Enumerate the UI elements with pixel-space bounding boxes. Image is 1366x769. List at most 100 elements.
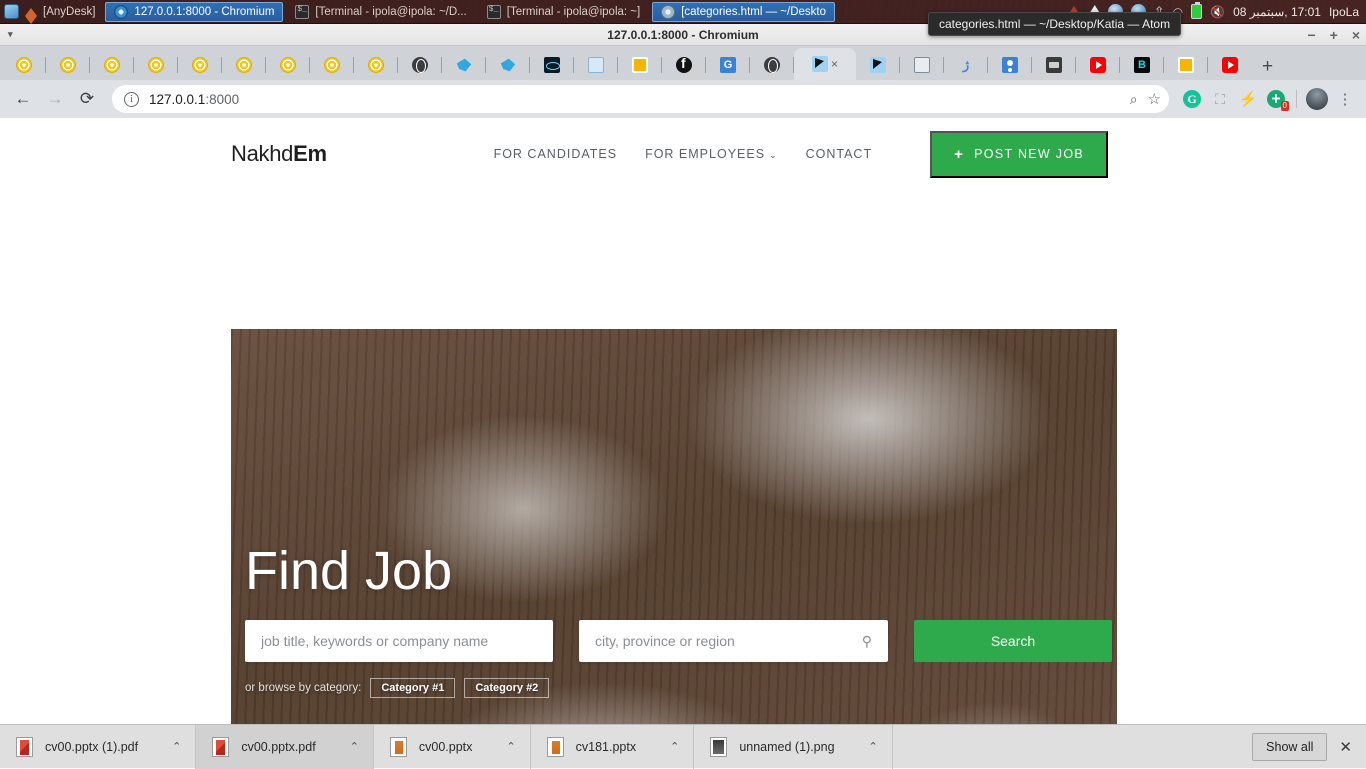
search-button[interactable]: Search — [914, 620, 1112, 662]
tab-3[interactable] — [90, 50, 134, 80]
dark-icon — [1046, 57, 1062, 73]
category-tag-1[interactable]: Category #1 — [370, 678, 456, 698]
window-menu-icon[interactable]: ▾ — [8, 29, 13, 40]
tab-11[interactable] — [442, 50, 486, 80]
bookmark-star-icon[interactable]: ☆ — [1148, 90, 1161, 108]
tab-active-current[interactable]: × — [794, 48, 856, 80]
location-field-wrapper[interactable]: ⚲ — [579, 620, 888, 662]
wordpress-icon — [60, 57, 76, 73]
reload-button[interactable]: ⟳ — [72, 84, 102, 114]
tab-16[interactable] — [662, 50, 706, 80]
grammarly-extension-button[interactable]: G — [1179, 86, 1205, 112]
tab-15[interactable] — [618, 50, 662, 80]
map-pin-icon[interactable]: ⚲ — [862, 633, 872, 650]
download-item-2[interactable]: cv00.pptx.pdf ⌃ — [196, 724, 374, 769]
taskbar-task-chromium[interactable]: 127.0.0.1:8000 - Chromium — [105, 1, 284, 22]
diamond-icon[interactable] — [25, 2, 37, 24]
tab-20[interactable] — [856, 50, 900, 80]
location-search-input[interactable] — [595, 633, 862, 649]
tab-7[interactable] — [266, 50, 310, 80]
back-button[interactable]: ← — [8, 84, 38, 114]
taskbar-task-terminal-2[interactable]: [Terminal - ipola@ipola: ~] — [479, 2, 648, 22]
chevron-up-icon[interactable]: ⌃ — [172, 740, 181, 753]
user-name[interactable]: IpoLa — [1329, 5, 1359, 19]
category-tag-2[interactable]: Category #2 — [464, 678, 550, 698]
pdf-icon — [212, 736, 230, 757]
chevron-up-icon[interactable]: ⌃ — [350, 740, 359, 753]
site-info-icon[interactable]: i — [124, 91, 139, 107]
close-download-bar-button[interactable]: ✕ — [1339, 738, 1366, 756]
chevron-up-icon[interactable]: ⌃ — [869, 740, 878, 753]
tab-10[interactable] — [398, 50, 442, 80]
search-icon[interactable]: ⌕ — [1130, 91, 1138, 108]
address-bar[interactable]: i 127.0.0.1:8000 ⌕ ☆ — [112, 85, 1169, 113]
download-item-5[interactable]: unnamed (1).png ⌃ — [694, 724, 893, 769]
volume-muted-icon[interactable]: 🔇 — [1210, 5, 1225, 19]
nav-contact[interactable]: CONTACT — [806, 147, 873, 161]
tab-5[interactable] — [178, 50, 222, 80]
site-logo[interactable]: NakhdEm — [231, 141, 327, 167]
keyword-field-wrapper[interactable] — [245, 620, 553, 662]
globe-dark-icon — [764, 57, 780, 73]
tab-13[interactable] — [530, 50, 574, 80]
nav-for-employees[interactable]: FOR EMPLOYEES ⌄ — [645, 147, 778, 161]
fullscreen-extension-button[interactable]: ⛶ — [1207, 86, 1233, 112]
new-tab-button[interactable]: + — [1252, 57, 1283, 80]
tab-25[interactable] — [1076, 50, 1120, 80]
tab-6[interactable] — [222, 50, 266, 80]
taskbar-task-terminal-1[interactable]: [Terminal - ipola@ipola: ~/D... — [287, 2, 474, 22]
chevron-up-icon[interactable]: ⌃ — [670, 740, 679, 753]
tab-22[interactable]: ﮊ — [944, 50, 988, 80]
files-icon[interactable] — [4, 4, 19, 19]
lightning-extension-button[interactable]: ⚡ — [1235, 86, 1261, 112]
kebab-menu-icon: ⋮ — [1337, 90, 1353, 108]
close-window-button[interactable]: × — [1352, 28, 1360, 42]
tab-2[interactable] — [46, 50, 90, 80]
battery-icon[interactable] — [1191, 2, 1203, 19]
adblock-extension-button[interactable]: 0 — [1263, 86, 1289, 112]
react-icon — [544, 57, 560, 73]
tab-12[interactable] — [486, 50, 530, 80]
nav-for-candidates[interactable]: FOR CANDIDATES — [494, 147, 618, 161]
close-tab-button[interactable]: × — [831, 58, 838, 70]
tab-24[interactable] — [1032, 50, 1076, 80]
tab-1[interactable] — [2, 50, 46, 80]
tab-23[interactable] — [988, 50, 1032, 80]
forward-button[interactable]: → — [40, 84, 70, 114]
tab-strip: G × ﮊ B + — [0, 46, 1366, 80]
url-text[interactable]: 127.0.0.1:8000 — [149, 92, 1120, 107]
tab-18[interactable] — [750, 50, 794, 80]
download-item-3[interactable]: cv00.pptx ⌃ — [374, 724, 531, 769]
tab-4[interactable] — [134, 50, 178, 80]
post-new-job-button[interactable]: + POST NEW JOB — [930, 130, 1108, 178]
profile-button[interactable] — [1304, 86, 1330, 112]
download-item-4[interactable]: cv181.pptx ⌃ — [531, 724, 695, 769]
taskbar-task-label: [categories.html — ~/Deskto — [681, 5, 826, 18]
taskbar-launcher[interactable]: [AnyDesk] — [0, 2, 95, 24]
png-icon — [710, 736, 728, 757]
maximize-button[interactable]: + — [1330, 28, 1338, 42]
keyword-search-input[interactable] — [261, 633, 537, 649]
browser-toolbar: ← → ⟳ i 127.0.0.1:8000 ⌕ ☆ G ⛶ ⚡ 0 ⋮ — [0, 80, 1366, 118]
tab-21[interactable] — [900, 50, 944, 80]
grid-icon — [914, 57, 930, 73]
chrome-menu-button[interactable]: ⋮ — [1332, 86, 1358, 112]
window-controls: − + × — [1307, 24, 1360, 46]
tab-14[interactable] — [574, 50, 618, 80]
tab-27[interactable] — [1164, 50, 1208, 80]
toolbar-divider — [1296, 90, 1297, 108]
clock[interactable]: 17:01 ,سبتمبر 08 — [1233, 5, 1321, 19]
tab-9[interactable] — [354, 50, 398, 80]
tab-26[interactable]: B — [1120, 50, 1164, 80]
download-item-1[interactable]: cv00.pptx (1).pdf ⌃ — [0, 724, 197, 769]
tab-17[interactable]: G — [706, 50, 750, 80]
tab-28[interactable] — [1208, 50, 1252, 80]
minimize-button[interactable]: − — [1307, 28, 1315, 42]
tab-8[interactable] — [310, 50, 354, 80]
show-all-downloads-button[interactable]: Show all — [1252, 732, 1328, 761]
download-name: cv00.pptx.pdf — [241, 739, 316, 754]
anydesk-label[interactable]: [AnyDesk] — [43, 6, 95, 18]
download-bar: cv00.pptx (1).pdf ⌃ cv00.pptx.pdf ⌃ cv00… — [0, 724, 1366, 769]
chevron-up-icon[interactable]: ⌃ — [506, 740, 515, 753]
taskbar-task-atom[interactable]: [categories.html — ~/Deskto — [652, 1, 835, 22]
